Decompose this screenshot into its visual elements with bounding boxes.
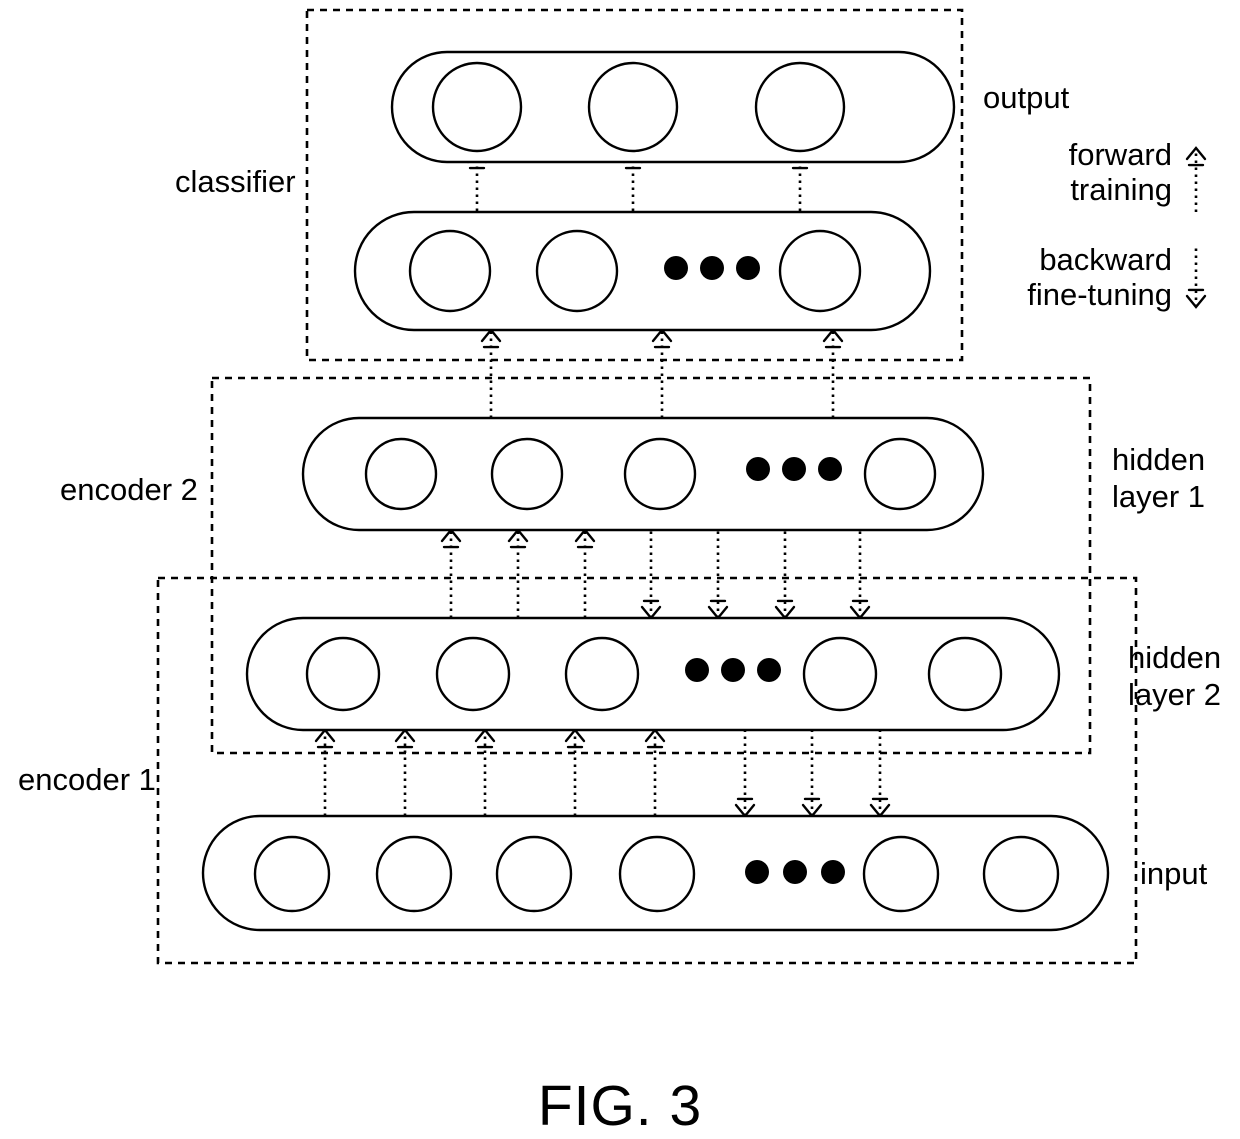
- hidden-layer-2-node-2: [435, 636, 511, 712]
- label-input-line-1: input: [1140, 856, 1208, 891]
- hidden-layer-1-ellipsis-dot-1: [746, 457, 770, 481]
- legend-backward-line-2: fine-tuning: [1027, 277, 1172, 312]
- classifier-hidden-layer-ellipsis-dot-1: [664, 256, 688, 280]
- input-layer-node-2: [375, 835, 453, 913]
- input-layer-ellipsis-dot-2: [783, 860, 807, 884]
- output-layer-nodes: [431, 61, 846, 153]
- input-layer-node-1: [253, 835, 331, 913]
- classifier-hidden-layer-node-2: [535, 229, 619, 313]
- figure-canvas: classifier encoder 2 encoder 1 output hidden…: [18, 8, 1221, 1138]
- hidden1-to-classifier-hidden: [480, 328, 844, 418]
- classifier-hidden-layer-ellipsis-dot-2: [700, 256, 724, 280]
- hidden-layer-1-node-2: [490, 437, 564, 511]
- label-hidden-layer-1-line-2: layer 1: [1112, 479, 1205, 514]
- hidden-layer-2-ellipsis-dot-1: [685, 658, 709, 682]
- input-layer-node-6: [982, 835, 1060, 913]
- label-output: output: [983, 80, 1070, 115]
- hidden-layer-2-node-5: [927, 636, 1003, 712]
- hidden-layer-1-ellipsis-dot-3: [818, 457, 842, 481]
- hidden-layer-2-node-1: [305, 636, 381, 712]
- legend-backward: backwardfine-tuning: [1027, 242, 1207, 312]
- label-output-line-1: output: [983, 80, 1070, 115]
- hidden2-to-input-backward: [734, 730, 891, 818]
- legend-backward-line-1: backward: [1039, 242, 1172, 277]
- label-encoder-1: encoder 1: [18, 762, 156, 797]
- label-encoder-2: encoder 2: [60, 472, 198, 507]
- hidden2-to-hidden1-forward: [440, 528, 596, 618]
- hidden-layer-1-node-3: [623, 437, 697, 511]
- legend-forward-line-2: training: [1070, 172, 1172, 207]
- hidden-layer-2-ellipsis-dot-2: [721, 658, 745, 682]
- hidden-layer-2-ellipsis-dot-3: [757, 658, 781, 682]
- legend: forwardtraining backwardfine-tuning: [1027, 137, 1207, 312]
- output-layer-node-3: [754, 61, 846, 153]
- legend-forward: forwardtraining: [1069, 137, 1207, 212]
- legend-forward-line-1: forward: [1069, 137, 1172, 172]
- input-layer-node-4: [618, 835, 696, 913]
- classifier-hidden-layer-ellipsis-dot-3: [736, 256, 760, 280]
- hidden1-to-hidden2-backward: [640, 530, 871, 620]
- label-classifier: classifier: [175, 164, 296, 199]
- output-layer-node-1: [431, 61, 523, 153]
- figure-caption: FIG. 3: [538, 1074, 702, 1138]
- input-layer-node-3: [495, 835, 573, 913]
- classifier-hidden-layer-node-3: [778, 229, 862, 313]
- input-layer-node-5: [862, 835, 940, 913]
- hidden-layer-1-ellipsis-dot-2: [782, 457, 806, 481]
- input-to-hidden2-forward: [314, 728, 666, 816]
- label-input: input: [1140, 856, 1208, 891]
- hidden-layer-1-node-4: [863, 437, 937, 511]
- label-hidden-layer-2: hiddenlayer 2: [1128, 640, 1221, 712]
- hidden-layer-2-node-3: [564, 636, 640, 712]
- hidden-layer-1-node-1: [364, 437, 438, 511]
- label-hidden-layer-1-line-1: hidden: [1112, 442, 1205, 477]
- classifier-hidden-layer-node-1: [408, 229, 492, 313]
- label-hidden-layer-2-line-1: hidden: [1128, 640, 1221, 675]
- output-layer-node-2: [587, 61, 679, 153]
- input-layer-ellipsis-dot-3: [821, 860, 845, 884]
- hidden-layer-2-node-4: [802, 636, 878, 712]
- label-hidden-layer-1: hiddenlayer 1: [1112, 442, 1205, 514]
- label-hidden-layer-2-line-2: layer 2: [1128, 677, 1221, 712]
- patent-figure-3: classifier encoder 2 encoder 1 output hidden…: [0, 0, 1240, 1139]
- input-layer-ellipsis-dot-1: [745, 860, 769, 884]
